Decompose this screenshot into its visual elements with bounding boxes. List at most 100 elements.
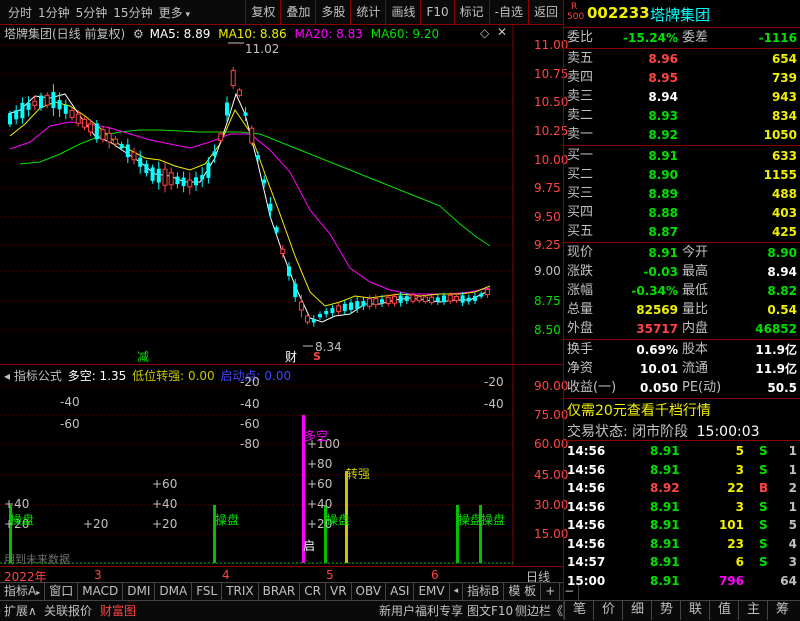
ask-row[interactable]: 卖五 8.96 654: [564, 50, 800, 68]
promo-link[interactable]: 新用户福利专享: [379, 601, 463, 621]
jian-marker[interactable]: 减: [137, 348, 149, 365]
tab-add[interactable]: +: [541, 583, 561, 600]
tab-vr[interactable]: VR: [326, 583, 352, 600]
tab-dma[interactable]: DMA: [155, 583, 193, 600]
ask-volume: 1050: [763, 128, 797, 142]
biaoji-button[interactable]: 标记: [453, 0, 489, 24]
stat-label: PE(动): [682, 380, 722, 395]
tab-asi[interactable]: ASI: [386, 583, 415, 600]
tick-price: 8.91: [650, 462, 680, 477]
period-15min[interactable]: 15分钟: [113, 4, 152, 21]
tab-emv[interactable]: EMV: [414, 583, 450, 600]
level2-promo[interactable]: 仅需20元查看千档行情: [567, 400, 711, 420]
stat-value: 0.54: [767, 303, 797, 317]
period-1min[interactable]: 1分钟: [38, 4, 70, 21]
stat-label: 净资: [567, 361, 594, 376]
tick-volume: 6: [735, 555, 744, 569]
tab-template[interactable]: 模 板: [504, 583, 542, 600]
candle-body: [398, 295, 403, 303]
candle-body: [119, 144, 124, 149]
caifutu-button[interactable]: 财富图: [100, 601, 136, 621]
f10-button[interactable]: F10: [420, 0, 453, 24]
zixuan-button[interactable]: -自选: [488, 0, 528, 24]
ask-row[interactable]: 卖二 8.93 834: [564, 107, 800, 125]
stat-label: 涨幅: [567, 283, 594, 298]
tick-direction: S: [759, 499, 768, 514]
period-more[interactable]: 更多 ▾: [159, 4, 190, 21]
duogu-button[interactable]: 多股: [315, 0, 350, 24]
candle-body: [94, 123, 99, 140]
related-quote-button[interactable]: 关联报价: [44, 601, 92, 621]
candlestick-chart[interactable]: 塔牌集团(日线 前复权) ⚙ MA5: 8.89 MA10: 8.86 MA20…: [0, 24, 568, 365]
tab-window[interactable]: 窗口: [45, 583, 79, 600]
stat-label: 量比: [682, 302, 709, 317]
stat-value: 0.050: [640, 381, 678, 395]
ask-volume: 654: [771, 52, 797, 66]
ind-annot: -80: [240, 437, 260, 451]
stock-name: 塔牌集团: [650, 6, 711, 24]
stat-label: 涨跌: [567, 264, 594, 279]
tick-volume: 3: [735, 462, 744, 477]
tick-volume: 3: [735, 499, 744, 514]
tab-brar[interactable]: BRAR: [259, 583, 301, 600]
candle-body: [453, 296, 459, 301]
bid-row[interactable]: 买四 8.88 403: [564, 204, 800, 222]
tab-obv[interactable]: OBV: [352, 583, 387, 600]
fuquan-button[interactable]: 复权: [245, 0, 280, 24]
huaxian-button[interactable]: 画线: [385, 0, 420, 24]
tongji-button[interactable]: 统计: [350, 0, 385, 24]
candle-body: [138, 157, 143, 167]
ask-row[interactable]: 卖一 8.92 1050: [564, 126, 800, 144]
candle-body: [106, 132, 112, 143]
tick-volume: 23: [727, 536, 744, 551]
tab-zhibiao-a[interactable]: 指标A▸: [0, 583, 46, 600]
tab-dmi[interactable]: DMI: [123, 583, 156, 600]
tab-more-arrow-icon[interactable]: ◂: [450, 583, 464, 600]
duokong-label: 多空: [304, 429, 329, 443]
candle-body: [342, 303, 347, 312]
future-data-warning: 用到未来数据: [4, 553, 70, 566]
ask-row[interactable]: 卖三 8.94 943: [564, 88, 800, 106]
tab-zhibiao-b[interactable]: 指标B: [463, 583, 505, 600]
cai-marker[interactable]: 财: [285, 348, 297, 365]
high-price-label: 11.02: [245, 42, 280, 56]
s-marker[interactable]: S: [313, 350, 321, 363]
candle-body: [75, 113, 81, 124]
tick-time: 14:56: [567, 462, 606, 477]
tab-trix[interactable]: TRIX: [222, 583, 259, 600]
price-gridlines: [0, 44, 513, 331]
indicator-svg: [0, 365, 514, 567]
candle-body: [416, 296, 422, 302]
bid-row[interactable]: 买五 8.87 425: [564, 223, 800, 241]
stat-value: -0.03: [643, 265, 678, 279]
diejia-button[interactable]: 叠加: [280, 0, 315, 24]
candle-body: [435, 297, 440, 302]
tick-count: 64: [780, 573, 797, 588]
period-5min[interactable]: 5分钟: [76, 4, 108, 21]
stat-value: 35717: [636, 322, 678, 336]
expand-button[interactable]: 扩展∧: [4, 601, 37, 621]
ind-annot: -20: [240, 375, 260, 389]
top-toolbar: 分时 1分钟 5分钟 15分钟 更多 ▾ 复权 叠加 多股 统计 画线 F10 …: [0, 0, 563, 25]
candle-body: [26, 102, 31, 110]
period-fenshi[interactable]: 分时: [8, 4, 32, 21]
sidebar-toggle[interactable]: 侧边栏《: [515, 601, 563, 621]
ind-annot: +40: [4, 497, 30, 511]
tab-macd[interactable]: MACD: [78, 583, 124, 600]
back-button[interactable]: 返回: [527, 0, 563, 24]
tick-direction: S: [759, 462, 768, 477]
indicator-tabs: 指标A▸ 窗口 MACD DMI DMA FSL TRIX BRAR CR VR…: [0, 582, 580, 600]
stat-value: -0.34%: [631, 284, 678, 298]
tick-row: 14:56 8.91 23 S 4: [564, 535, 800, 554]
ask-row[interactable]: 卖四 8.95 739: [564, 69, 800, 87]
tab-cr[interactable]: CR: [300, 583, 326, 600]
bid-row[interactable]: 买二 8.90 1155: [564, 166, 800, 184]
stat-value: 10.01: [640, 362, 678, 376]
tab-fsl[interactable]: FSL: [192, 583, 223, 600]
ind-annot: +60: [152, 477, 178, 491]
bid-row[interactable]: 买三 8.89 488: [564, 185, 800, 203]
bid-row[interactable]: 买一 8.91 633: [564, 147, 800, 165]
indicator-panel[interactable]: ◂ 指标公式 多空: 1.35 低位转强: 0.00 启动点: 0.00 90.…: [0, 364, 568, 567]
tick-price: 8.91: [650, 444, 680, 458]
f10-link[interactable]: 图文F10: [467, 601, 513, 621]
